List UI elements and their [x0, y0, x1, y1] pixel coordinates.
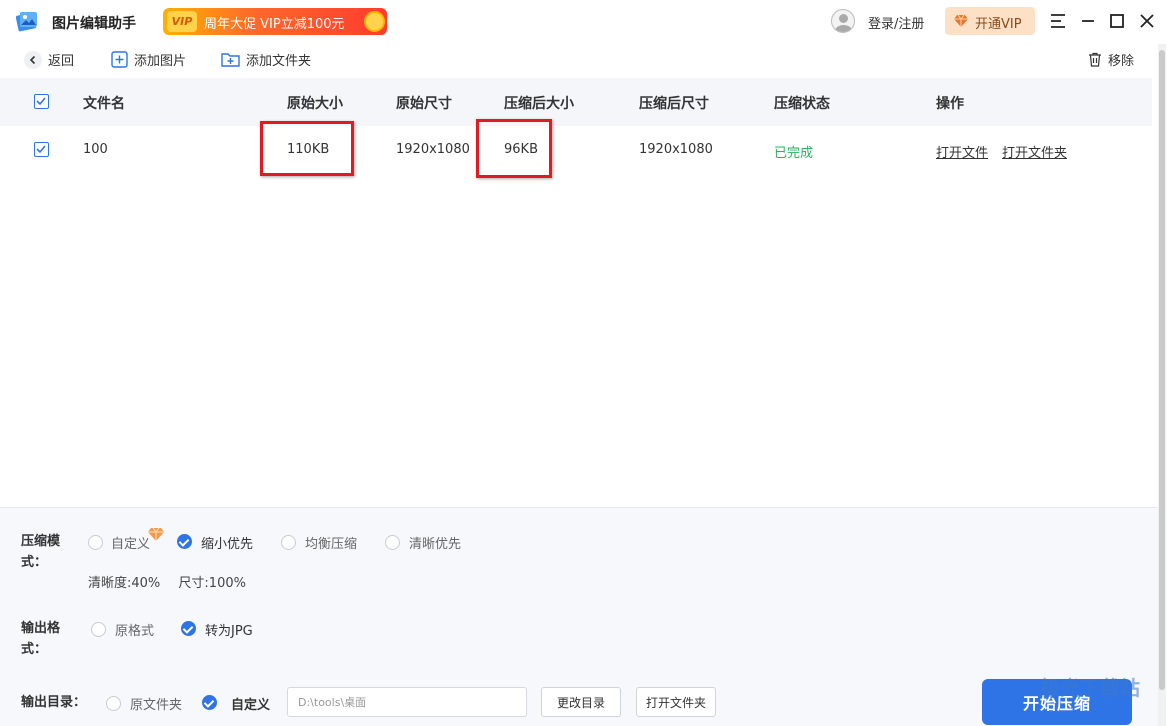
mode-balanced-radio[interactable]	[281, 535, 296, 550]
clarity-value: 清晰度:40%	[88, 576, 161, 591]
chevron-left-icon	[24, 50, 42, 69]
header-status[interactable]: 压缩状态	[774, 93, 830, 113]
menu-icon[interactable]	[1048, 11, 1068, 31]
remove-button[interactable]: 移除	[1088, 50, 1134, 69]
open-folder-button[interactable]: 打开文件夹	[636, 687, 716, 717]
cell-new-dim: 1920x1080	[639, 142, 713, 157]
avatar[interactable]	[831, 9, 855, 33]
mode-custom-radio[interactable]	[88, 535, 103, 550]
promo-vip-badge: VIP	[167, 11, 197, 32]
open-folder-link[interactable]: 打开文件夹	[1002, 142, 1067, 161]
open-vip-button[interactable]: 开通VIP	[945, 7, 1035, 35]
mode-clear-label[interactable]: 清晰优先	[409, 533, 461, 552]
format-original-label[interactable]: 原格式	[115, 620, 154, 639]
compress-mode-label: 压缩模式：	[21, 534, 61, 570]
scrollbar-thumb[interactable]	[1159, 50, 1165, 690]
header-new-dim[interactable]: 压缩后尺寸	[639, 93, 709, 113]
dir-original-radio[interactable]	[106, 696, 121, 711]
header-actions: 操作	[936, 96, 964, 112]
format-jpg-label[interactable]: 转为JPG	[205, 620, 253, 639]
back-label: 返回	[48, 54, 75, 69]
add-folder-label: 添加文件夹	[246, 54, 312, 69]
promo-banner[interactable]: VIP 周年大促 VIP立减100元	[163, 8, 387, 35]
cell-orig-dim: 1920x1080	[396, 142, 470, 157]
mode-shrink-label[interactable]: 缩小优先	[201, 533, 253, 552]
coin-icon	[364, 11, 385, 32]
open-file-link[interactable]: 打开文件	[936, 142, 988, 161]
trash-icon	[1089, 52, 1101, 67]
minimize-icon[interactable]	[1078, 11, 1098, 31]
open-vip-label: 开通VIP	[975, 17, 1022, 32]
back-button[interactable]: 返回	[24, 50, 74, 69]
mode-shrink-radio[interactable]	[177, 534, 192, 549]
format-original-radio[interactable]	[91, 622, 106, 637]
header-filename[interactable]: 文件名	[83, 93, 125, 113]
highlight-box-new-size	[476, 119, 552, 178]
dir-custom-label[interactable]: 自定义	[231, 694, 270, 713]
output-dir-input[interactable]	[287, 687, 527, 717]
change-dir-button[interactable]: 更改目录	[541, 687, 621, 717]
header-orig-size[interactable]: 原始大小	[287, 93, 343, 113]
highlight-box-orig-size	[260, 121, 354, 176]
remove-label: 移除	[1108, 54, 1135, 69]
cell-status: 已完成	[774, 146, 814, 161]
row-checkbox[interactable]	[34, 142, 49, 157]
mode-balanced-label[interactable]: 均衡压缩	[305, 533, 357, 552]
close-icon[interactable]	[1137, 11, 1157, 31]
output-format-label: 输出格式：	[21, 621, 61, 657]
dir-original-label[interactable]: 原文件夹	[130, 694, 182, 713]
login-link[interactable]: 登录/注册	[868, 13, 924, 32]
output-dir-label: 输出目录：	[21, 695, 87, 710]
app-title: 图片编辑助手	[52, 16, 136, 32]
mode-custom-label[interactable]: 自定义	[111, 533, 150, 552]
add-folder-icon	[221, 53, 240, 67]
table-row[interactable]: 100 110KB 1920x1080 96KB 1920x1080 已完成 打…	[0, 126, 1152, 174]
app-logo-icon	[15, 12, 37, 32]
add-folder-button[interactable]: 添加文件夹	[221, 50, 311, 69]
maximize-icon[interactable]	[1107, 11, 1127, 31]
header-orig-dim[interactable]: 原始尺寸	[396, 93, 452, 113]
dir-custom-radio[interactable]	[202, 695, 217, 710]
table-header: 文件名 原始大小 原始尺寸 压缩后大小 压缩后尺寸 压缩状态 操作	[0, 78, 1152, 126]
vip-diamond-icon	[148, 527, 164, 541]
header-new-size[interactable]: 压缩后大小	[504, 93, 574, 113]
add-image-button[interactable]: 添加图片	[111, 50, 186, 69]
diamond-icon	[954, 14, 968, 27]
add-image-label: 添加图片	[134, 54, 187, 69]
format-jpg-radio[interactable]	[181, 621, 196, 636]
cell-filename: 100	[83, 142, 108, 157]
promo-text: 周年大促 VIP立减100元	[204, 17, 345, 32]
title-bar: 图片编辑助手 VIP 周年大促 VIP立减100元 登录/注册 开通VIP	[0, 0, 1170, 42]
add-image-icon	[111, 51, 128, 68]
vertical-scrollbar[interactable]	[1158, 44, 1166, 726]
size-value: 尺寸:100%	[178, 576, 246, 591]
select-all-checkbox[interactable]	[34, 94, 49, 109]
mode-details: 清晰度:40% 尺寸:100%	[88, 572, 246, 591]
mode-clear-radio[interactable]	[385, 535, 400, 550]
start-compress-button[interactable]: 开始压缩	[982, 679, 1132, 725]
toolbar: 返回 添加图片 添加文件夹 移除	[0, 42, 1160, 78]
